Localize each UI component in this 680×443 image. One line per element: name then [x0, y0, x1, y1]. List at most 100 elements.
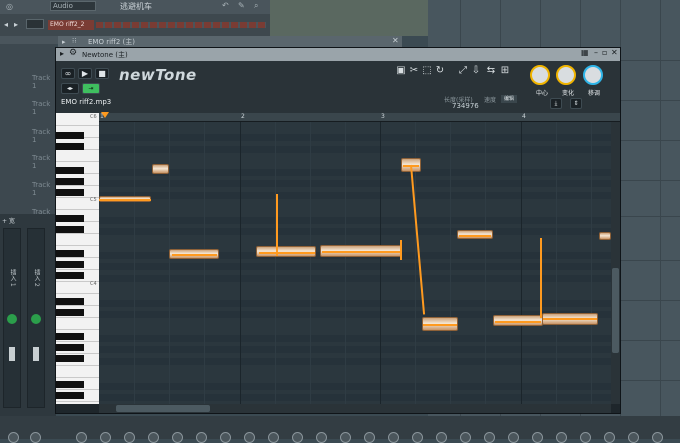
circle-icon[interactable]: ◎ — [6, 2, 13, 11]
track-label[interactable]: Track 1 — [32, 154, 56, 170]
gear-icon[interactable]: ⚙ — [69, 48, 77, 58]
knob-icon[interactable] — [148, 432, 159, 443]
knob-icon[interactable] — [460, 432, 471, 443]
knob-icon[interactable] — [364, 432, 375, 443]
knob-icon[interactable] — [244, 432, 255, 443]
mixer-led-icon[interactable] — [7, 314, 17, 324]
arrow-left-icon[interactable]: ◂ — [4, 20, 8, 29]
track-label[interactable]: Track 1 — [32, 100, 56, 116]
fader-handle[interactable] — [33, 347, 39, 361]
mixer-led-icon[interactable] — [31, 314, 41, 324]
horizontal-scroll-thumb[interactable] — [116, 405, 210, 412]
knob-icon[interactable] — [388, 432, 399, 443]
center-knob[interactable] — [530, 65, 550, 85]
loop-button[interactable]: ∞ — [61, 68, 75, 79]
timeline-ruler[interactable]: 1 2 3 4 — [99, 112, 620, 122]
newtone-title: Newtone (主) — [82, 51, 128, 59]
piano-keyboard[interactable]: C6 C5 C4 — [56, 113, 99, 404]
track-label[interactable]: Track 1 — [32, 74, 56, 90]
align-right-icon[interactable]: ⇕ — [570, 98, 582, 109]
knob-icon[interactable] — [412, 432, 423, 443]
save-icon[interactable]: ▣ — [394, 64, 408, 78]
knob-icon[interactable] — [508, 432, 519, 443]
grid-icon[interactable]: ▦ — [581, 48, 589, 57]
knob-icon[interactable] — [30, 432, 41, 443]
pitch-line — [322, 251, 400, 253]
knob-icon[interactable] — [76, 432, 87, 443]
close-icon[interactable]: ✕ — [611, 48, 618, 57]
pitch-line — [459, 235, 491, 237]
pitch-blob[interactable] — [152, 164, 169, 174]
knob-icon[interactable] — [436, 432, 447, 443]
knob-icon[interactable] — [8, 432, 19, 443]
export-icon[interactable]: ⇩ — [469, 64, 483, 78]
track-label[interactable]: Track 1 — [32, 181, 56, 197]
knob-icon[interactable] — [652, 432, 663, 443]
mixer-bottom-bar — [0, 416, 680, 443]
playlist-clip[interactable] — [270, 0, 680, 36]
knob-icon[interactable] — [556, 432, 567, 443]
knob-icon[interactable] — [172, 432, 183, 443]
minimize-icon[interactable]: – — [594, 48, 598, 57]
undo-icon[interactable]: ↶ — [222, 1, 229, 10]
knob-icon[interactable] — [124, 432, 135, 443]
mixer-strip-label: 插入 1 — [9, 269, 16, 287]
close-icon[interactable]: ✕ — [392, 36, 399, 45]
knob-icon[interactable] — [580, 432, 591, 443]
newtone-titlebar[interactable]: ▸ ⚙ Newtone (主) ▦ – ▫ ✕ — [56, 48, 620, 61]
transpose-knob[interactable] — [583, 65, 603, 85]
midi-icon[interactable]: ⊞ — [498, 64, 512, 78]
edit-button[interactable]: 编辑 — [501, 95, 517, 103]
merge-icon[interactable]: ⇆ — [484, 64, 498, 78]
pitch-line — [410, 164, 425, 315]
track-label[interactable]: Track 1 — [32, 128, 56, 144]
pitch-line — [276, 194, 278, 256]
select-icon[interactable]: ⬚ — [420, 64, 434, 78]
knob-icon[interactable] — [196, 432, 207, 443]
pitch-icon[interactable]: ⤢ — [456, 64, 470, 78]
transpose-knob-label: 移调 — [588, 90, 601, 97]
variation-knob[interactable] — [556, 65, 576, 85]
knob-icon[interactable] — [292, 432, 303, 443]
knob-icon[interactable] — [340, 432, 351, 443]
vertical-scrollbar[interactable] — [611, 122, 620, 404]
knob-icon[interactable] — [604, 432, 615, 443]
knob-icon[interactable] — [316, 432, 327, 443]
knob-icon[interactable] — [100, 432, 111, 443]
knob-icon[interactable] — [220, 432, 231, 443]
snap-icon[interactable]: ◂▸ — [61, 83, 79, 94]
mixer-strip[interactable]: 插入 1 — [3, 228, 21, 408]
stop-button[interactable]: ■ — [95, 68, 109, 79]
ruler-mark: 4 — [522, 113, 526, 120]
knob-icon[interactable] — [628, 432, 639, 443]
minus-button[interactable] — [26, 19, 44, 29]
cut-icon[interactable]: ✂ — [407, 64, 421, 78]
wrench-icon[interactable]: ✎ — [238, 1, 245, 10]
mixer-add-label[interactable]: + 宽 — [2, 216, 15, 225]
knob-icon[interactable] — [484, 432, 495, 443]
fader-handle[interactable] — [9, 347, 15, 361]
search-icon[interactable]: ⌕ — [254, 1, 258, 11]
pattern-selector[interactable]: EMO riff2_2 — [48, 20, 94, 30]
pattern-menu[interactable]: Audio — [50, 1, 96, 11]
pitch-blob[interactable] — [599, 232, 611, 240]
record-mode-button[interactable]: ⇥ — [82, 83, 100, 94]
pitch-roll-grid[interactable] — [99, 122, 611, 404]
maximize-icon[interactable]: ▫ — [602, 48, 607, 57]
arrow-right-icon[interactable]: ▸ — [60, 49, 64, 58]
newtone-logo: newTone — [119, 66, 197, 84]
vertical-scroll-thumb[interactable] — [612, 268, 619, 353]
arrow-right-icon[interactable]: ▸ — [14, 20, 18, 29]
tempo-label: 速度 — [484, 97, 497, 104]
mixer-strip[interactable]: 插入 2 — [27, 228, 45, 408]
pitch-line — [172, 254, 217, 256]
ruler-mark: 2 — [241, 113, 245, 120]
align-left-icon[interactable]: ⤓ — [550, 98, 562, 109]
refresh-icon[interactable]: ↻ — [433, 64, 447, 78]
play-button[interactable]: ▶ — [78, 68, 92, 79]
step-sequencer[interactable] — [96, 22, 266, 28]
arrow-right-icon[interactable]: ▸ — [62, 38, 66, 46]
knob-icon[interactable] — [532, 432, 543, 443]
knob-icon[interactable] — [268, 432, 279, 443]
newtone-window: ▸ ⚙ Newtone (主) ▦ – ▫ ✕ ∞ ▶ ■ ◂▸ ⇥ EMO r… — [55, 47, 621, 414]
